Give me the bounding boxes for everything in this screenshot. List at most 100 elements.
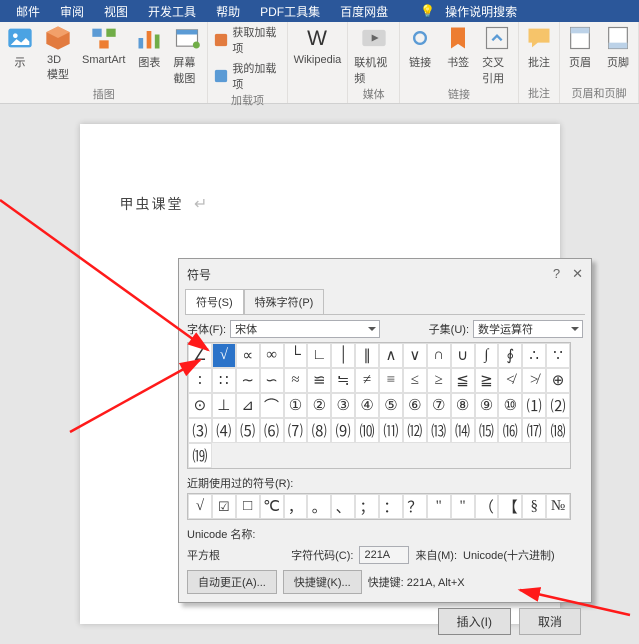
symbol-cell[interactable]: ∠ <box>188 343 212 368</box>
symbol-cell[interactable]: ⑼ <box>331 418 355 443</box>
symbol-cell[interactable]: ③ <box>331 393 355 418</box>
help-icon[interactable]: ? <box>553 266 560 282</box>
screenshot-button[interactable]: 屏幕截图 <box>173 24 201 86</box>
online-video-button[interactable]: 联机视频 <box>354 24 393 86</box>
recent-symbol-cell[interactable]: " <box>451 494 475 519</box>
symbol-cell[interactable]: ∼ <box>236 368 260 393</box>
symbol-cell[interactable]: ∴ <box>522 343 546 368</box>
subset-select[interactable]: 数学运算符 <box>473 320 583 338</box>
symbol-cell[interactable]: ⑶ <box>188 418 212 443</box>
recent-symbol-cell[interactable]: " <box>427 494 451 519</box>
symbol-cell[interactable]: ⑾ <box>379 418 403 443</box>
font-select[interactable]: 宋体 <box>230 320 380 338</box>
symbol-cell[interactable]: ⑩ <box>498 393 522 418</box>
insert-picture-button[interactable]: 示 <box>6 24 34 70</box>
symbol-cell[interactable]: ⑺ <box>284 418 308 443</box>
recent-symbol-cell[interactable]: 。 <box>307 494 331 519</box>
symbol-cell[interactable]: ∥ <box>355 343 379 368</box>
insert-button[interactable]: 插入(I) <box>438 608 511 635</box>
symbol-cell[interactable]: ≌ <box>307 368 331 393</box>
symbol-cell[interactable]: ⒀ <box>427 418 451 443</box>
wikipedia-button[interactable]: WWikipedia <box>294 24 342 66</box>
recent-symbol-cell[interactable]: № <box>546 494 570 519</box>
symbol-cell[interactable]: ⌒ <box>260 393 284 418</box>
search-icon[interactable]: 💡 <box>410 4 445 18</box>
recent-symbol-cell[interactable]: ？ <box>403 494 427 519</box>
recent-symbol-cell[interactable]: 、 <box>331 494 355 519</box>
symbol-cell[interactable]: ⑤ <box>379 393 403 418</box>
cancel-button[interactable]: 取消 <box>519 608 581 635</box>
recent-symbol-cell[interactable]: 【 <box>498 494 522 519</box>
symbol-cell[interactable]: ≠ <box>355 368 379 393</box>
chart-button[interactable]: 图表 <box>135 24 163 70</box>
smartart-button[interactable]: SmartArt <box>82 24 125 66</box>
3d-model-button[interactable]: 3D 模型 <box>44 24 72 82</box>
tab-help[interactable]: 帮助 <box>206 3 250 20</box>
symbol-cell[interactable]: ⑴ <box>522 393 546 418</box>
symbol-cell[interactable]: ≈ <box>284 368 308 393</box>
symbol-cell[interactable]: ⊙ <box>188 393 212 418</box>
symbol-cell[interactable]: ≦ <box>451 368 475 393</box>
symbol-cell[interactable]: ∩ <box>427 343 451 368</box>
link-button[interactable]: 链接 <box>406 24 434 70</box>
shortcut-key-button[interactable]: 快捷键(K)... <box>283 570 362 594</box>
symbol-cell[interactable]: ⊿ <box>236 393 260 418</box>
symbol-cell[interactable]: ⊥ <box>212 393 236 418</box>
recent-symbol-cell[interactable]: ： <box>379 494 403 519</box>
tab-baidu[interactable]: 百度网盘 <box>330 3 398 20</box>
footer-button[interactable]: 页脚 <box>604 24 632 70</box>
symbol-cell[interactable]: ∷ <box>212 368 236 393</box>
tab-view[interactable]: 视图 <box>94 3 138 20</box>
recent-symbol-cell[interactable]: （ <box>475 494 499 519</box>
recent-symbol-cell[interactable]: § <box>522 494 546 519</box>
symbol-cell[interactable]: ⒃ <box>498 418 522 443</box>
symbol-cell[interactable]: ≤ <box>403 368 427 393</box>
symbol-cell[interactable]: ⑧ <box>451 393 475 418</box>
symbol-cell[interactable]: ② <box>307 393 331 418</box>
symbol-cell[interactable]: ⒆ <box>188 443 212 468</box>
symbol-cell[interactable]: ∝ <box>236 343 260 368</box>
recent-symbol-cell[interactable]: ℃ <box>260 494 284 519</box>
symbol-cell[interactable]: ∫ <box>475 343 499 368</box>
symbol-cell[interactable]: ∨ <box>403 343 427 368</box>
recent-symbol-cell[interactable]: ， <box>284 494 308 519</box>
symbol-cell[interactable]: ∪ <box>451 343 475 368</box>
symbol-cell[interactable]: ⑿ <box>403 418 427 443</box>
tab-special-chars[interactable]: 特殊字符(P) <box>244 289 325 314</box>
symbol-cell[interactable]: ≮ <box>498 368 522 393</box>
symbol-cell[interactable]: ⒁ <box>451 418 475 443</box>
symbol-cell[interactable]: √ <box>212 343 236 368</box>
header-button[interactable]: 页眉 <box>566 24 594 70</box>
symbol-cell[interactable]: ⒂ <box>475 418 499 443</box>
symbol-cell[interactable]: ∶ <box>188 368 212 393</box>
symbol-cell[interactable]: ⑽ <box>355 418 379 443</box>
tell-me-search[interactable]: 操作说明搜索 <box>445 3 527 20</box>
cross-reference-button[interactable]: 交叉引用 <box>482 24 512 86</box>
tab-review[interactable]: 审阅 <box>50 3 94 20</box>
code-input[interactable]: 221A <box>359 546 409 564</box>
recent-symbol-cell[interactable]: ☑ <box>212 494 236 519</box>
symbol-cell[interactable]: ④ <box>355 393 379 418</box>
symbol-cell[interactable]: ≒ <box>331 368 355 393</box>
symbol-cell[interactable]: ⑷ <box>212 418 236 443</box>
tab-mail[interactable]: 邮件 <box>6 3 50 20</box>
symbol-cell[interactable]: ⑻ <box>307 418 331 443</box>
recent-symbol-cell[interactable]: □ <box>236 494 260 519</box>
recent-symbol-cell[interactable]: √ <box>188 494 212 519</box>
symbol-cell[interactable]: ⑹ <box>260 418 284 443</box>
symbol-cell[interactable]: └ <box>284 343 308 368</box>
comment-button[interactable]: 批注 <box>525 24 553 70</box>
get-addins-button[interactable]: 获取加载项 <box>214 24 280 56</box>
symbol-cell[interactable]: ⊕ <box>546 368 570 393</box>
from-select[interactable]: Unicode(十六进制) <box>463 547 583 563</box>
symbol-cell[interactable]: ∞ <box>260 343 284 368</box>
symbol-cell[interactable]: ≯ <box>522 368 546 393</box>
symbol-cell[interactable]: ∧ <box>379 343 403 368</box>
symbol-cell[interactable]: ⒅ <box>546 418 570 443</box>
bookmark-button[interactable]: 书签 <box>444 24 472 70</box>
symbol-cell[interactable]: ≥ <box>427 368 451 393</box>
symbol-cell[interactable]: ⑦ <box>427 393 451 418</box>
my-addins-button[interactable]: 我的加载项 <box>214 60 280 92</box>
symbol-cell[interactable]: ∵ <box>546 343 570 368</box>
tab-developer[interactable]: 开发工具 <box>138 3 206 20</box>
